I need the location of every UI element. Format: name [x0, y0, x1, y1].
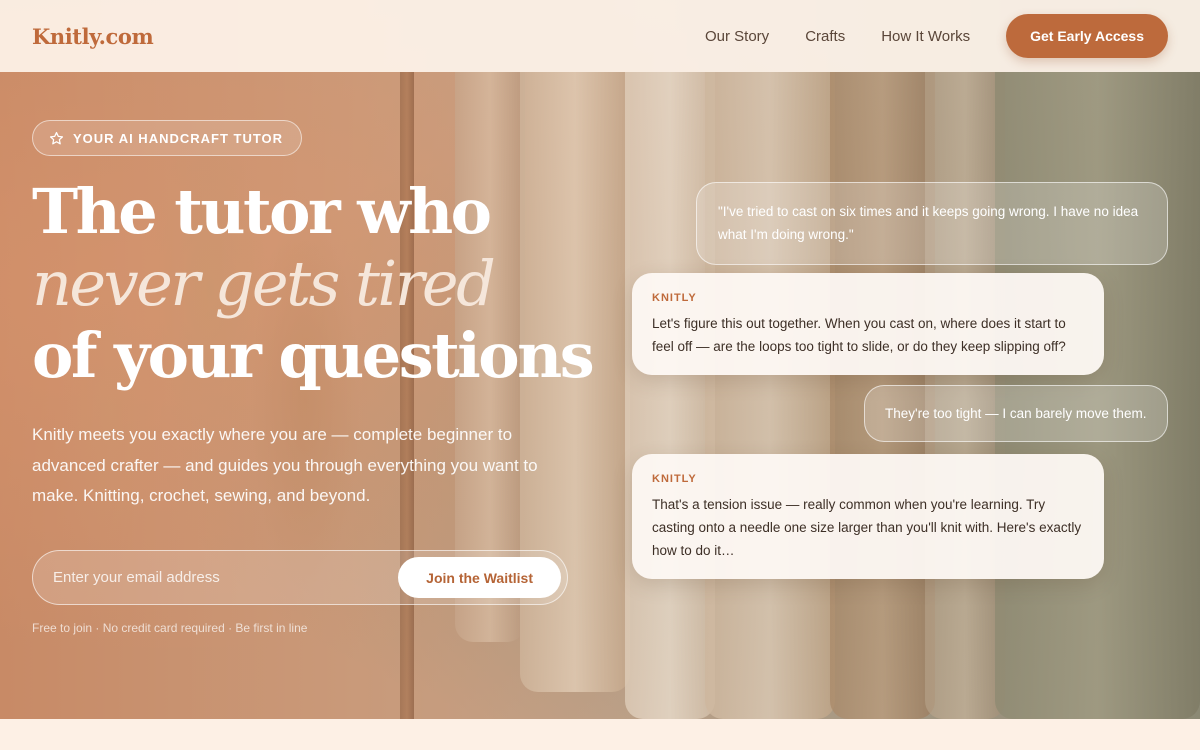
- nav-links: Our Story Crafts How It Works Get Early …: [669, 14, 1168, 58]
- chat-message-user: "I've tried to cast on six times and it …: [696, 182, 1168, 265]
- top-nav: Knitly.com Our Story Crafts How It Works…: [0, 0, 1200, 72]
- nav-link-our-story[interactable]: Our Story: [705, 28, 769, 45]
- headline-line-2-accent: never gets tired: [32, 247, 496, 320]
- chat-sender-label: KNITLY: [652, 292, 697, 304]
- garment: [705, 72, 835, 719]
- chat-message-bot: KNITLY Let's figure this out together. W…: [632, 273, 1104, 375]
- next-section-edge: [0, 719, 1200, 750]
- chat-message-text: They're too tight — I can barely move th…: [885, 406, 1147, 421]
- hero-badge: YOUR AI HANDCRAFT TUTOR: [32, 120, 303, 156]
- chat-message-bot: KNITLY That's a tension issue — really c…: [632, 454, 1104, 579]
- nav-link-crafts[interactable]: Crafts: [805, 28, 845, 45]
- chat-message-text: "I've tried to cast on six times and it …: [718, 204, 1139, 242]
- email-input[interactable]: [53, 569, 399, 586]
- hero-badge-label: YOUR AI HANDCRAFT TUTOR: [73, 130, 284, 146]
- join-waitlist-button[interactable]: Join the Waitlist: [398, 557, 561, 598]
- star-icon: [49, 131, 64, 146]
- chat-sender-label: KNITLY: [652, 473, 697, 485]
- chat-message-text: Let's figure this out together. When you…: [652, 316, 1066, 354]
- headline-line-1: The tutor who: [32, 175, 492, 248]
- hero-headline: The tutor who never gets tired of your q…: [32, 175, 595, 392]
- headline-line-3: of your questions: [32, 319, 595, 392]
- garment: [625, 72, 715, 719]
- chat-message-user: They're too tight — I can barely move th…: [864, 385, 1168, 442]
- logo[interactable]: Knitly.com: [32, 24, 154, 49]
- wooden-rod: [400, 72, 414, 719]
- hero-subcopy: Knitly meets you exactly where you are —…: [32, 425, 538, 505]
- chat-message-text: That's a tension issue — really common w…: [652, 497, 1082, 558]
- get-early-access-button[interactable]: Get Early Access: [1006, 14, 1168, 58]
- nav-link-how-it-works[interactable]: How It Works: [881, 28, 970, 45]
- signup-fineprint: Free to join · No credit card required ·…: [32, 621, 308, 635]
- waitlist-form: Join the Waitlist: [32, 550, 568, 605]
